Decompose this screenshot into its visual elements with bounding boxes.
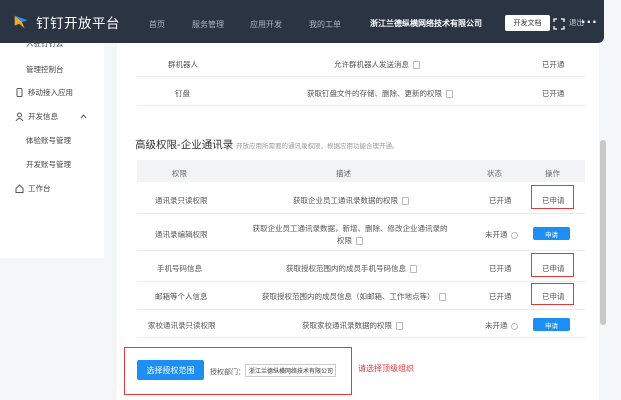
column-header-description: 描述 (336, 169, 351, 178)
section-title: 高级权限-企业通讯录 (135, 139, 234, 151)
row-divider (137, 309, 585, 310)
sidebar-item-label: 入驻钉钉云 (26, 39, 64, 48)
user-icon (15, 112, 24, 121)
apply-button[interactable]: 申请 (533, 227, 570, 240)
sidebar-item-dingcloud[interactable]: 入驻钉钉云 (26, 38, 64, 49)
permission-status: 已开通 (542, 89, 565, 98)
chevron-up-icon (80, 114, 87, 119)
permission-status: 已开通 (489, 292, 512, 301)
sidebar-item-label: 体验账号管理 (26, 136, 71, 145)
sidebar-item-mobile-access[interactable]: 移动接入应用 (15, 87, 73, 98)
mobile-icon (16, 88, 23, 97)
highlight-box (531, 253, 574, 277)
row-divider (137, 250, 585, 251)
permission-name: 家校通讯录只读权限 (148, 321, 216, 330)
sidebar-item-dev-info[interactable]: 开发信息 (15, 111, 87, 122)
permission-desc: 获取授权范围内的成员信息（如邮箱、工作地点等） (262, 291, 446, 302)
brand-name: 钉钉开放平台 (36, 15, 120, 32)
nav-app-development[interactable]: 应用开发 (250, 19, 282, 30)
row-divider (137, 213, 585, 214)
permission-status: 已开通 (489, 196, 512, 205)
brand-logo[interactable]: 钉钉开放平台 (12, 12, 132, 32)
nav-service-management[interactable]: 服务管理 (192, 19, 224, 30)
home-icon (15, 184, 24, 193)
row-divider (137, 105, 585, 106)
help-icon[interactable] (510, 231, 518, 239)
permission-name: 通讯录编辑权限 (155, 230, 208, 239)
sidebar-item-label: 移动接入应用 (28, 88, 73, 97)
help-icon[interactable] (510, 322, 518, 330)
choose-scope-button[interactable]: 选择授权范围 (137, 360, 204, 380)
dept-label: 授权部门： (210, 368, 245, 376)
sidebar-item-trial-accounts[interactable]: 体验账号管理 (26, 135, 71, 146)
row-divider (137, 337, 585, 338)
permission-name: 邮箱等个人信息 (155, 292, 208, 301)
sidebar-item-label: 开发账号管理 (26, 160, 71, 169)
permission-desc: 获取授权范围内的成员手机号码信息 (286, 263, 417, 274)
permission-status: 未开通 (485, 320, 518, 331)
column-header-action: 操作 (545, 169, 560, 178)
nav-home[interactable]: 首页 (149, 19, 165, 30)
doc-icon[interactable] (402, 197, 409, 205)
doc-icon[interactable] (413, 61, 420, 69)
sidebar-item-dev-accounts[interactable]: 开发账号管理 (26, 159, 71, 170)
permission-desc: 获取家校通讯录数据的权限 (302, 320, 403, 331)
sidebar-item-workbench[interactable]: 工作台 (15, 183, 51, 194)
highlight-box (531, 283, 574, 305)
nav-my-tickets[interactable]: 我的工单 (309, 19, 341, 30)
permission-status: 已开通 (542, 60, 565, 69)
sidebar-item-console[interactable]: 管理控制台 (26, 64, 64, 75)
scrollbar[interactable] (600, 140, 606, 325)
sidebar (0, 43, 104, 258)
fullscreen-icon[interactable] (553, 18, 565, 30)
apply-button[interactable]: 申请 (533, 318, 570, 331)
section-subtitle: 开放应用所需要的通讯录权限，根据应用功能合理开通。 (236, 142, 399, 150)
hint-text: 请选择顶级组织 (358, 364, 414, 373)
row-divider (137, 281, 585, 282)
permission-name: 手机号码信息 (157, 264, 202, 273)
dingtalk-logo-icon (14, 15, 28, 28)
permission-name: 群机器人 (168, 60, 198, 69)
top-navigation-bar: 钉钉开放平台 首页 服务管理 应用开发 我的工单 浙江兰德纵横网络技术有限公司 … (0, 0, 604, 43)
dept-field[interactable]: 浙江兰德纵横网络技术有限公司 (245, 364, 336, 377)
permission-desc: 获取企业员工通讯录数据，新增、删除、修改企业通讯录的权限 (252, 224, 448, 245)
column-header-status: 状态 (487, 169, 502, 178)
sidebar-item-label: 管理控制台 (26, 65, 64, 74)
company-name[interactable]: 浙江兰德纵横网络技术有限公司 (370, 18, 482, 29)
more-menu-icon[interactable]: ... (581, 12, 598, 26)
dev-docs-button[interactable]: 开发文档 (505, 15, 550, 31)
permission-desc: 允许群机器人发送消息 (334, 59, 420, 70)
table-header (137, 160, 585, 182)
permission-name: 钉盘 (175, 89, 190, 98)
doc-icon[interactable] (410, 265, 417, 273)
doc-icon[interactable] (446, 90, 453, 98)
column-header-permission: 权限 (172, 169, 187, 178)
highlight-box (531, 185, 574, 209)
sidebar-item-label: 工作台 (28, 184, 51, 193)
row-divider (137, 76, 585, 77)
doc-icon[interactable] (396, 322, 403, 330)
permission-status: 未开通 (485, 229, 518, 240)
permission-name: 通讯录只读权限 (155, 196, 208, 205)
doc-icon[interactable] (438, 293, 446, 301)
permission-desc: 获取企业员工通讯录数据的权限 (293, 195, 409, 206)
doc-icon[interactable] (356, 237, 363, 245)
sidebar-item-label: 开发信息 (28, 112, 58, 121)
permission-status: 已开通 (489, 264, 512, 273)
permission-desc: 获取钉盘文件的存储、删除、更新的权限 (307, 88, 453, 99)
